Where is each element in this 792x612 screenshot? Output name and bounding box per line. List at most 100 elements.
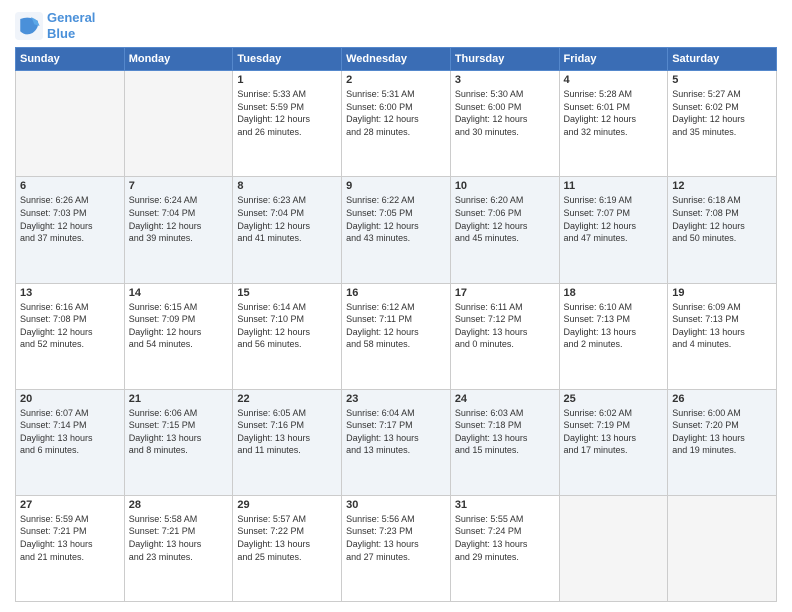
calendar-day-cell: 31 Sunrise: 5:55 AM Sunset: 7:24 PM Dayli… bbox=[450, 495, 559, 601]
day-info: Sunrise: 5:57 AM Sunset: 7:22 PM Dayligh… bbox=[237, 513, 337, 563]
day-info: Sunrise: 5:27 AM Sunset: 6:02 PM Dayligh… bbox=[672, 88, 772, 138]
day-info: Sunrise: 6:20 AM Sunset: 7:06 PM Dayligh… bbox=[455, 194, 555, 244]
day-number: 27 bbox=[20, 499, 120, 511]
day-info: Sunrise: 6:14 AM Sunset: 7:10 PM Dayligh… bbox=[237, 301, 337, 351]
calendar-day-cell: 1Sunrise: 5:33 AM Sunset: 5:59 PM Daylig… bbox=[233, 71, 342, 177]
day-number: 8 bbox=[237, 180, 337, 192]
day-info: Sunrise: 5:55 AM Sunset: 7:24 PM Dayligh… bbox=[455, 513, 555, 563]
calendar-day-cell: 30 Sunrise: 5:56 AM Sunset: 7:23 PM Dayli… bbox=[342, 495, 451, 601]
day-info: Sunrise: 6:02 AM Sunset: 7:19 PM Dayligh… bbox=[564, 407, 664, 457]
logo-text: General Blue bbox=[47, 10, 95, 41]
calendar-day-cell: 23 Sunrise: 6:04 AM Sunset: 7:17 PM Dayli… bbox=[342, 389, 451, 495]
calendar-day-cell: 13Sunrise: 6:16 AM Sunset: 7:08 PM Dayli… bbox=[16, 283, 125, 389]
calendar-day-cell bbox=[559, 495, 668, 601]
day-number: 21 bbox=[129, 393, 229, 405]
calendar-day-header: Tuesday bbox=[233, 48, 342, 71]
day-info: Sunrise: 6:10 AM Sunset: 7:13 PM Dayligh… bbox=[564, 301, 664, 351]
day-number: 22 bbox=[237, 393, 337, 405]
day-number: 3 bbox=[455, 74, 555, 86]
calendar-day-cell: 29Sunrise: 5:57 AM Sunset: 7:22 PM Dayli… bbox=[233, 495, 342, 601]
day-number: 4 bbox=[564, 74, 664, 86]
logo-icon bbox=[15, 12, 43, 40]
day-number: 14 bbox=[129, 287, 229, 299]
day-number: 9 bbox=[346, 180, 446, 192]
day-number: 2 bbox=[346, 74, 446, 86]
calendar-day-header: Thursday bbox=[450, 48, 559, 71]
calendar-day-cell: 16 Sunrise: 6:12 AM Sunset: 7:11 PM Dayli… bbox=[342, 283, 451, 389]
calendar-day-cell: 27Sunrise: 5:59 AM Sunset: 7:21 PM Dayli… bbox=[16, 495, 125, 601]
calendar-day-header: Monday bbox=[124, 48, 233, 71]
day-info: Sunrise: 6:06 AM Sunset: 7:15 PM Dayligh… bbox=[129, 407, 229, 457]
day-number: 24 bbox=[455, 393, 555, 405]
calendar-day-cell: 14 Sunrise: 6:15 AM Sunset: 7:09 PM Dayli… bbox=[124, 283, 233, 389]
calendar-day-header: Saturday bbox=[668, 48, 777, 71]
day-info: Sunrise: 6:12 AM Sunset: 7:11 PM Dayligh… bbox=[346, 301, 446, 351]
day-info: Sunrise: 6:26 AM Sunset: 7:03 PM Dayligh… bbox=[20, 194, 120, 244]
day-info: Sunrise: 6:15 AM Sunset: 7:09 PM Dayligh… bbox=[129, 301, 229, 351]
header: General Blue bbox=[15, 10, 777, 41]
calendar-day-cell: 24 Sunrise: 6:03 AM Sunset: 7:18 PM Dayli… bbox=[450, 389, 559, 495]
calendar-day-header: Friday bbox=[559, 48, 668, 71]
day-number: 13 bbox=[20, 287, 120, 299]
day-info: Sunrise: 6:00 AM Sunset: 7:20 PM Dayligh… bbox=[672, 407, 772, 457]
page: General Blue SundayMondayTuesdayWednesda… bbox=[0, 0, 792, 612]
day-number: 23 bbox=[346, 393, 446, 405]
calendar-day-cell: 19 Sunrise: 6:09 AM Sunset: 7:13 PM Dayli… bbox=[668, 283, 777, 389]
day-number: 28 bbox=[129, 499, 229, 511]
day-number: 31 bbox=[455, 499, 555, 511]
day-number: 17 bbox=[455, 287, 555, 299]
calendar-day-cell: 10 Sunrise: 6:20 AM Sunset: 7:06 PM Dayli… bbox=[450, 177, 559, 283]
calendar-day-cell: 4 Sunrise: 5:28 AM Sunset: 6:01 PM Daylig… bbox=[559, 71, 668, 177]
calendar-table: SundayMondayTuesdayWednesdayThursdayFrid… bbox=[15, 47, 777, 602]
day-number: 26 bbox=[672, 393, 772, 405]
calendar-day-cell: 26 Sunrise: 6:00 AM Sunset: 7:20 PM Dayli… bbox=[668, 389, 777, 495]
calendar-day-cell bbox=[124, 71, 233, 177]
day-number: 5 bbox=[672, 74, 772, 86]
day-info: Sunrise: 6:07 AM Sunset: 7:14 PM Dayligh… bbox=[20, 407, 120, 457]
calendar-day-cell: 17 Sunrise: 6:11 AM Sunset: 7:12 PM Dayli… bbox=[450, 283, 559, 389]
day-number: 18 bbox=[564, 287, 664, 299]
calendar-header-row: SundayMondayTuesdayWednesdayThursdayFrid… bbox=[16, 48, 777, 71]
calendar-day-header: Sunday bbox=[16, 48, 125, 71]
day-number: 16 bbox=[346, 287, 446, 299]
calendar-week-row: 27Sunrise: 5:59 AM Sunset: 7:21 PM Dayli… bbox=[16, 495, 777, 601]
day-info: Sunrise: 5:30 AM Sunset: 6:00 PM Dayligh… bbox=[455, 88, 555, 138]
day-number: 10 bbox=[455, 180, 555, 192]
day-info: Sunrise: 6:19 AM Sunset: 7:07 PM Dayligh… bbox=[564, 194, 664, 244]
calendar-day-cell: 7 Sunrise: 6:24 AM Sunset: 7:04 PM Daylig… bbox=[124, 177, 233, 283]
day-number: 12 bbox=[672, 180, 772, 192]
day-info: Sunrise: 6:05 AM Sunset: 7:16 PM Dayligh… bbox=[237, 407, 337, 457]
calendar-day-cell bbox=[16, 71, 125, 177]
calendar-day-cell: 28Sunrise: 5:58 AM Sunset: 7:21 PM Dayli… bbox=[124, 495, 233, 601]
logo: General Blue bbox=[15, 10, 95, 41]
calendar-day-cell: 2Sunrise: 5:31 AM Sunset: 6:00 PM Daylig… bbox=[342, 71, 451, 177]
day-info: Sunrise: 6:24 AM Sunset: 7:04 PM Dayligh… bbox=[129, 194, 229, 244]
calendar-day-cell: 5 Sunrise: 5:27 AM Sunset: 6:02 PM Daylig… bbox=[668, 71, 777, 177]
day-number: 7 bbox=[129, 180, 229, 192]
day-info: Sunrise: 6:09 AM Sunset: 7:13 PM Dayligh… bbox=[672, 301, 772, 351]
calendar-day-cell: 12 Sunrise: 6:18 AM Sunset: 7:08 PM Dayli… bbox=[668, 177, 777, 283]
day-info: Sunrise: 5:28 AM Sunset: 6:01 PM Dayligh… bbox=[564, 88, 664, 138]
day-number: 30 bbox=[346, 499, 446, 511]
day-number: 25 bbox=[564, 393, 664, 405]
calendar-day-cell: 11Sunrise: 6:19 AM Sunset: 7:07 PM Dayli… bbox=[559, 177, 668, 283]
calendar-day-cell: 21 Sunrise: 6:06 AM Sunset: 7:15 PM Dayli… bbox=[124, 389, 233, 495]
calendar-day-cell: 9 Sunrise: 6:22 AM Sunset: 7:05 PM Daylig… bbox=[342, 177, 451, 283]
calendar-day-cell: 18 Sunrise: 6:10 AM Sunset: 7:13 PM Dayli… bbox=[559, 283, 668, 389]
calendar-week-row: 1Sunrise: 5:33 AM Sunset: 5:59 PM Daylig… bbox=[16, 71, 777, 177]
day-number: 19 bbox=[672, 287, 772, 299]
calendar-day-cell: 8Sunrise: 6:23 AM Sunset: 7:04 PM Daylig… bbox=[233, 177, 342, 283]
day-info: Sunrise: 6:04 AM Sunset: 7:17 PM Dayligh… bbox=[346, 407, 446, 457]
day-number: 6 bbox=[20, 180, 120, 192]
day-number: 20 bbox=[20, 393, 120, 405]
calendar-week-row: 13Sunrise: 6:16 AM Sunset: 7:08 PM Dayli… bbox=[16, 283, 777, 389]
day-info: Sunrise: 6:18 AM Sunset: 7:08 PM Dayligh… bbox=[672, 194, 772, 244]
calendar-day-cell bbox=[668, 495, 777, 601]
calendar-day-cell: 15Sunrise: 6:14 AM Sunset: 7:10 PM Dayli… bbox=[233, 283, 342, 389]
day-info: Sunrise: 6:22 AM Sunset: 7:05 PM Dayligh… bbox=[346, 194, 446, 244]
day-info: Sunrise: 6:03 AM Sunset: 7:18 PM Dayligh… bbox=[455, 407, 555, 457]
day-info: Sunrise: 6:11 AM Sunset: 7:12 PM Dayligh… bbox=[455, 301, 555, 351]
calendar-week-row: 6 Sunrise: 6:26 AM Sunset: 7:03 PM Daylig… bbox=[16, 177, 777, 283]
day-info: Sunrise: 5:33 AM Sunset: 5:59 PM Dayligh… bbox=[237, 88, 337, 138]
day-info: Sunrise: 5:56 AM Sunset: 7:23 PM Dayligh… bbox=[346, 513, 446, 563]
